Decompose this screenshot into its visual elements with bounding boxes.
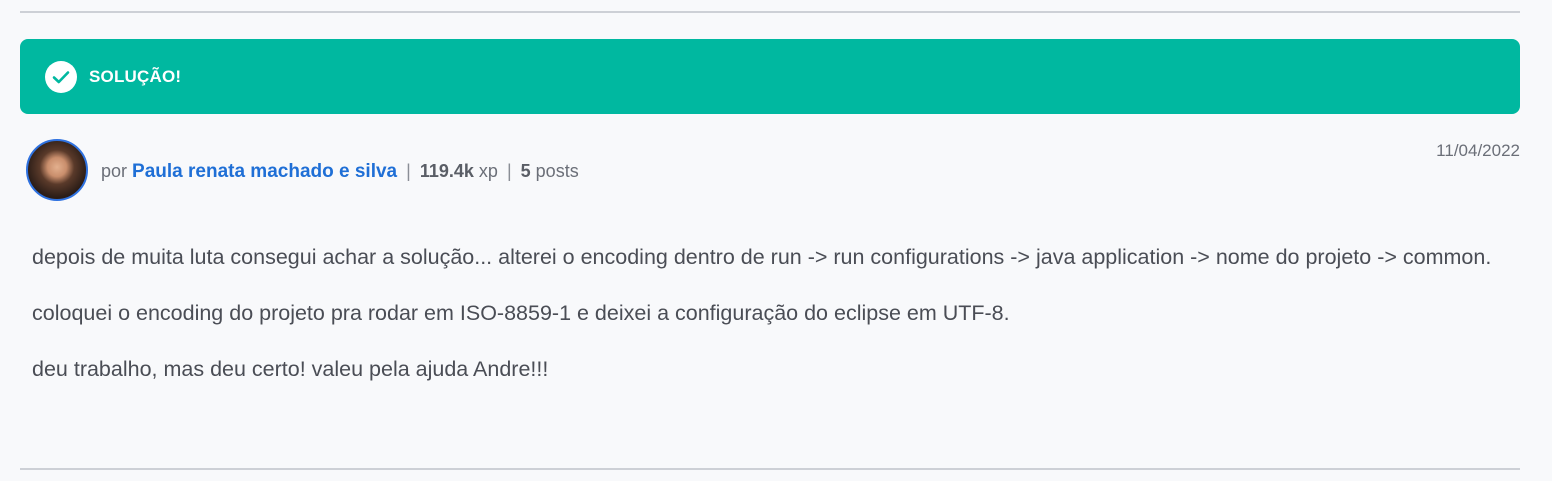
post-paragraph: deu trabalho, mas deu certo! valeu pela … [32,357,549,381]
separator: | [406,161,411,181]
avatar[interactable] [26,139,88,201]
solution-label: SOLUÇÃO! [89,66,182,86]
solution-banner: SOLUÇÃO! [20,39,1520,114]
author-name-link[interactable]: Paula renata machado e silva [132,161,397,182]
post-paragraph: depois de muita luta consegui achar a so… [32,245,1492,269]
check-circle-icon [45,60,77,93]
post-body: depois de muita luta consegui achar a so… [32,239,1522,407]
posts-count: 5 [520,161,531,181]
forum-post: SOLUÇÃO! por Paula renata machado e silv… [0,0,1552,481]
bottom-divider [20,468,1520,470]
posts-unit: posts [535,161,579,181]
top-divider [20,11,1520,13]
xp-unit: xp [478,161,498,181]
post-paragraph: coloquei o encoding do projeto pra rodar… [32,301,1010,325]
xp-value: 119.4k [419,161,474,181]
author-info: por Paula renata machado e silva | 119.4… [101,161,579,183]
post-date: 11/04/2022 [1436,141,1520,160]
separator: | [506,161,512,181]
author-prefix: por [101,161,128,181]
